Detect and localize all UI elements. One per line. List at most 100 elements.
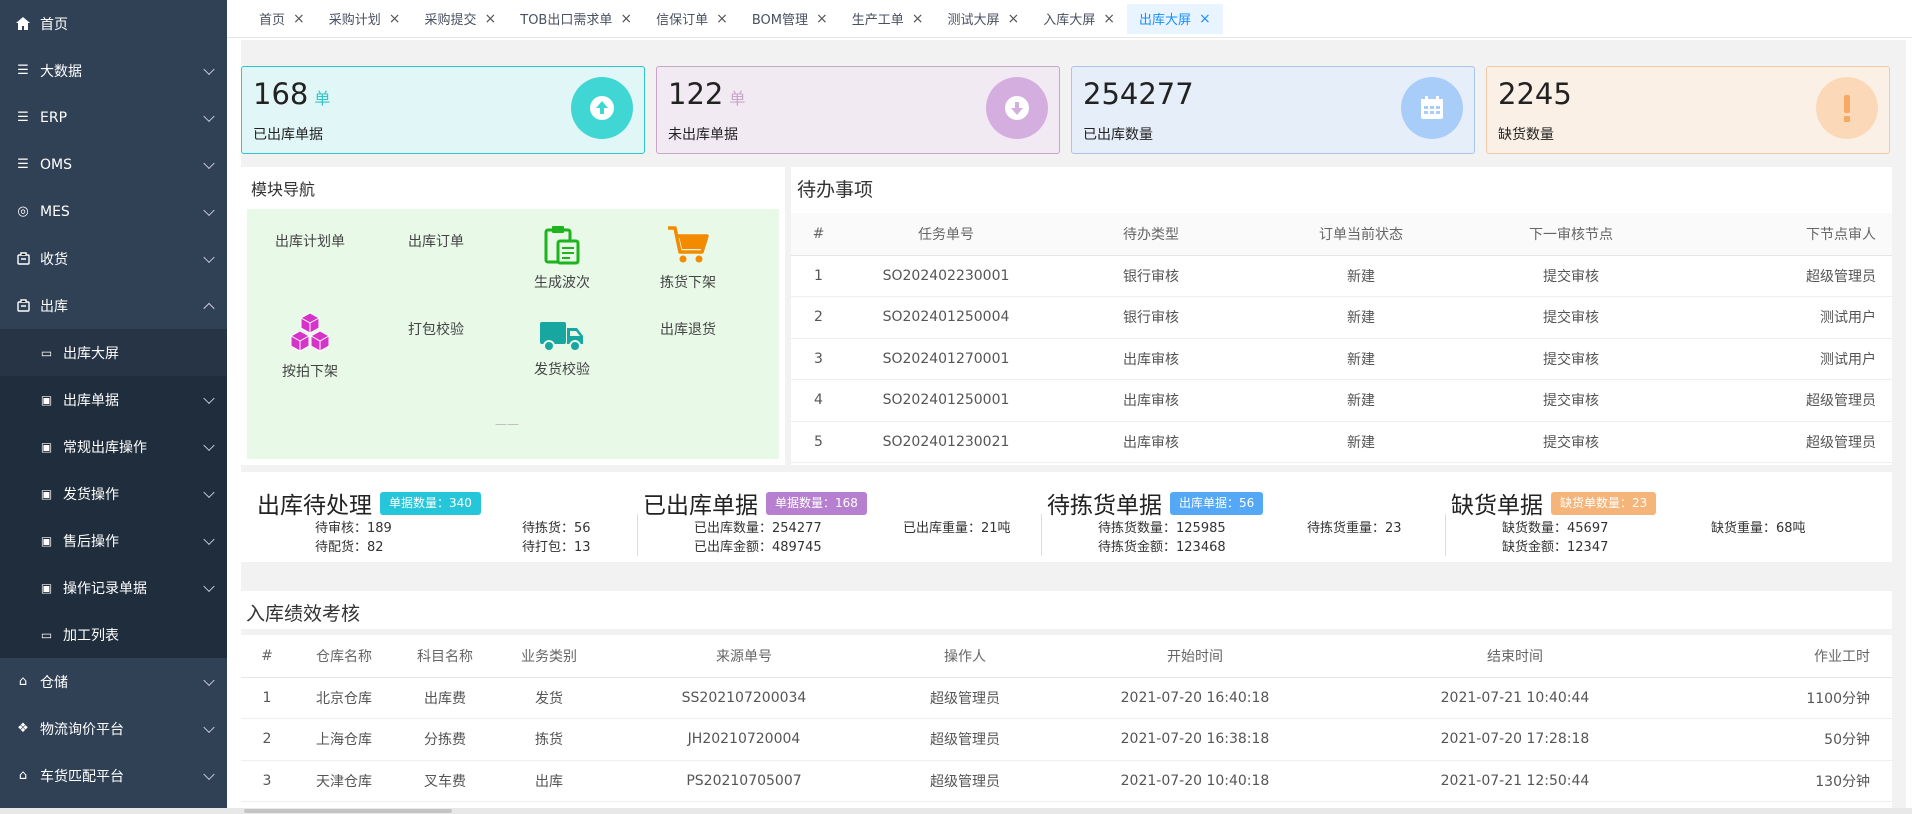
sidebar-subitem-outbound-docs[interactable]: ▣ 出库单据 [0, 376, 227, 423]
sidebar: 首页 ☰ 大数据 ☰ ERP ☰ OMS ◎ MES 收货 出库 ▭ 出库大屏 … [0, 0, 227, 814]
table-cell: JH20210720004 [603, 718, 885, 761]
sidebar-item-outbound[interactable]: 出库 [0, 282, 227, 329]
nav-outbound-order[interactable]: 出库订单 [373, 231, 499, 251]
table-cell: 3 [791, 338, 846, 380]
tab-7[interactable]: 测试大屏 × [935, 4, 1031, 34]
perf-table: # 仓库名称 科目名称 业务类别 来源单号 操作人 开始时间 结束时间 作业工时 1 北京仓库 出库… [241, 635, 1892, 802]
sidebar-subitem-label: 出库单据 [63, 392, 119, 409]
table-row[interactable]: 1 北京仓库 出库费 发货 SS202107200034 超级管理员 2021-07-20 … [241, 677, 1892, 719]
perf-body: 1 北京仓库 出库费 发货 SS202107200034 超级管理员 2021-07-20 … [241, 677, 1892, 802]
table-cell: 新建 [1256, 255, 1466, 297]
table-cell: 天津仓库 [293, 760, 395, 802]
home-outline-icon: ⌂ [18, 768, 28, 783]
table-cell: SO202401250001 [846, 379, 1046, 422]
tab-1[interactable]: 采购计划 × [317, 4, 413, 34]
sidebar-item-logistics[interactable]: ❖ 物流询价平台 [0, 705, 227, 752]
table-row[interactable]: 2 上海仓库 分拣费 拣货 JH20210720004 超级管理员 2021-07-20 1… [241, 718, 1892, 761]
todo-header-row: # 任务单号 待办类型 订单当前状态 下一审核节点 下节点审人 [791, 213, 1892, 256]
tab-6[interactable]: 生产工单 × [840, 4, 936, 34]
close-icon[interactable]: × [1103, 11, 1115, 27]
sidebar-subitem-regular-outbound[interactable]: ▣ 常规出库操作 [0, 423, 227, 470]
close-icon[interactable]: × [389, 11, 401, 27]
close-icon[interactable]: × [620, 11, 632, 27]
sidebar-item-bigdata[interactable]: ☰ 大数据 [0, 47, 227, 94]
table-row[interactable]: 3 天津仓库 叉车费 出库 PS20210705007 超级管理员 2021-07-20 1… [241, 760, 1892, 802]
nav-label: 按拍下架 [282, 364, 338, 380]
sidebar-item-home[interactable]: 首页 [0, 0, 227, 47]
sidebar-subitem-outbound-screen[interactable]: ▭ 出库大屏 [0, 329, 227, 376]
summary-kv: 已出库重量：21吨 [903, 521, 1011, 536]
nav-generate-wave[interactable]: 生成波次 [499, 224, 625, 292]
nav-pack-check[interactable]: 打包校验 [373, 319, 499, 339]
tab-4[interactable]: 信保订单 × [644, 4, 740, 34]
perf-col-header: 作业工时 [1685, 635, 1892, 678]
close-icon[interactable]: × [816, 11, 828, 27]
stat-unit: 单 [729, 89, 746, 108]
sidebar-subitem-aftersale[interactable]: ▣ 售后操作 [0, 517, 227, 564]
tab-5[interactable]: BOM管理 × [740, 4, 840, 34]
tab-2[interactable]: 采购提交 × [413, 4, 509, 34]
nav-label: 出库订单 [408, 234, 464, 250]
sidebar-item-storage[interactable]: ⌂ 仓储 [0, 658, 227, 705]
perf-col-header: 来源单号 [603, 635, 885, 678]
stat-number: 122 单 [668, 77, 745, 111]
table-cell: 1 [791, 255, 846, 297]
sidebar-subitem-label: 操作记录单据 [63, 580, 147, 597]
sidebar-subitem-processing[interactable]: ▭ 加工列表 [0, 611, 227, 658]
divider [1041, 514, 1042, 556]
table-cell: 提交审核 [1466, 255, 1676, 297]
close-icon[interactable]: × [1199, 11, 1211, 27]
table-row[interactable]: 2 SO202401250004 银行审核 新建 提交审核 测试用户 [791, 296, 1892, 339]
table-cell: PS20210705007 [603, 760, 885, 802]
sidebar-item-oms[interactable]: ☰ OMS [0, 141, 227, 188]
table-row[interactable]: 1 SO202402230001 银行审核 新建 提交审核 超级管理员 [791, 255, 1892, 297]
close-icon[interactable]: × [912, 11, 924, 27]
summary-block: 已出库单据 单据数量：168 已出库数量：254277 已出库重量：21吨 已出库金额：… [643, 472, 1061, 555]
sidebar-item-vehicle-match[interactable]: ⌂ 车货匹配平台 [0, 752, 227, 799]
sidebar-item-label: 出库 [40, 298, 68, 315]
doc-icon: ▣ [40, 486, 53, 501]
chevron-down-icon [203, 110, 215, 122]
table-cell: 4 [791, 379, 846, 422]
summary-kv: 缺货数量：45697 [1502, 521, 1609, 536]
nav-outbound-plan[interactable]: 出库计划单 [247, 231, 373, 251]
home-icon [16, 17, 30, 30]
table-cell: SO202402230001 [846, 255, 1046, 297]
calendar-icon [1401, 77, 1463, 139]
sidebar-subitem-shipping[interactable]: ▣ 发货操作 [0, 470, 227, 517]
doc-icon: ▣ [40, 392, 53, 407]
close-icon[interactable]: × [485, 11, 497, 27]
close-icon[interactable]: × [1007, 11, 1019, 27]
main-area: 首页 × 采购计划 × 采购提交 × TOB出口需求单 × 信保订单 × BOM管理 × 生产工单 × 测试… [227, 0, 1912, 814]
stat-number: 2245 [1498, 77, 1578, 111]
close-icon[interactable]: × [716, 11, 728, 27]
close-icon[interactable]: × [293, 11, 305, 27]
nav-outbound-return[interactable]: 出库退货 [625, 319, 751, 339]
sidebar-subitem-op-records[interactable]: ▣ 操作记录单据 [0, 564, 227, 611]
sidebar-item-mes[interactable]: ◎ MES [0, 188, 227, 235]
summary-title: 缺货单据 [1451, 493, 1543, 519]
nav-batch-down[interactable]: 按拍下架 [247, 311, 373, 381]
scrollbar-thumb[interactable] [244, 809, 452, 813]
sidebar-item-receive[interactable]: 收货 [0, 235, 227, 282]
tab-0[interactable]: 首页 × [247, 4, 317, 34]
table-cell: SO202401230021 [846, 421, 1046, 463]
nav-label: 出库退货 [660, 322, 716, 338]
todo-col-header: 待办类型 [1046, 213, 1256, 256]
tab-label: 测试大屏 [947, 13, 1000, 28]
tab-label: 采购提交 [424, 13, 477, 28]
horizontal-scrollbar[interactable] [0, 808, 1912, 814]
sidebar-subitem-label: 出库大屏 [63, 345, 119, 362]
stat-unit: 单 [314, 89, 331, 108]
tab-9[interactable]: 出库大屏 × [1126, 3, 1223, 34]
tab-3[interactable]: TOB出口需求单 × [508, 4, 644, 34]
nav-label: 出库计划单 [275, 234, 345, 250]
tab-8[interactable]: 入库大屏 × [1031, 4, 1127, 34]
nav-pick-down[interactable]: 拣货下架 [625, 224, 751, 292]
table-row[interactable]: 4 SO202401250001 出库审核 新建 提交审核 超级管理员 [791, 379, 1892, 422]
table-row[interactable]: 3 SO202401270001 出库审核 新建 提交审核 测试用户 [791, 338, 1892, 380]
table-cell: 测试用户 [1676, 338, 1892, 380]
sidebar-item-erp[interactable]: ☰ ERP [0, 94, 227, 141]
nav-ship-check[interactable]: 发货校验 [499, 319, 625, 379]
table-row[interactable]: 5 SO202401230021 出库审核 新建 提交审核 超级管理员 [791, 421, 1892, 463]
